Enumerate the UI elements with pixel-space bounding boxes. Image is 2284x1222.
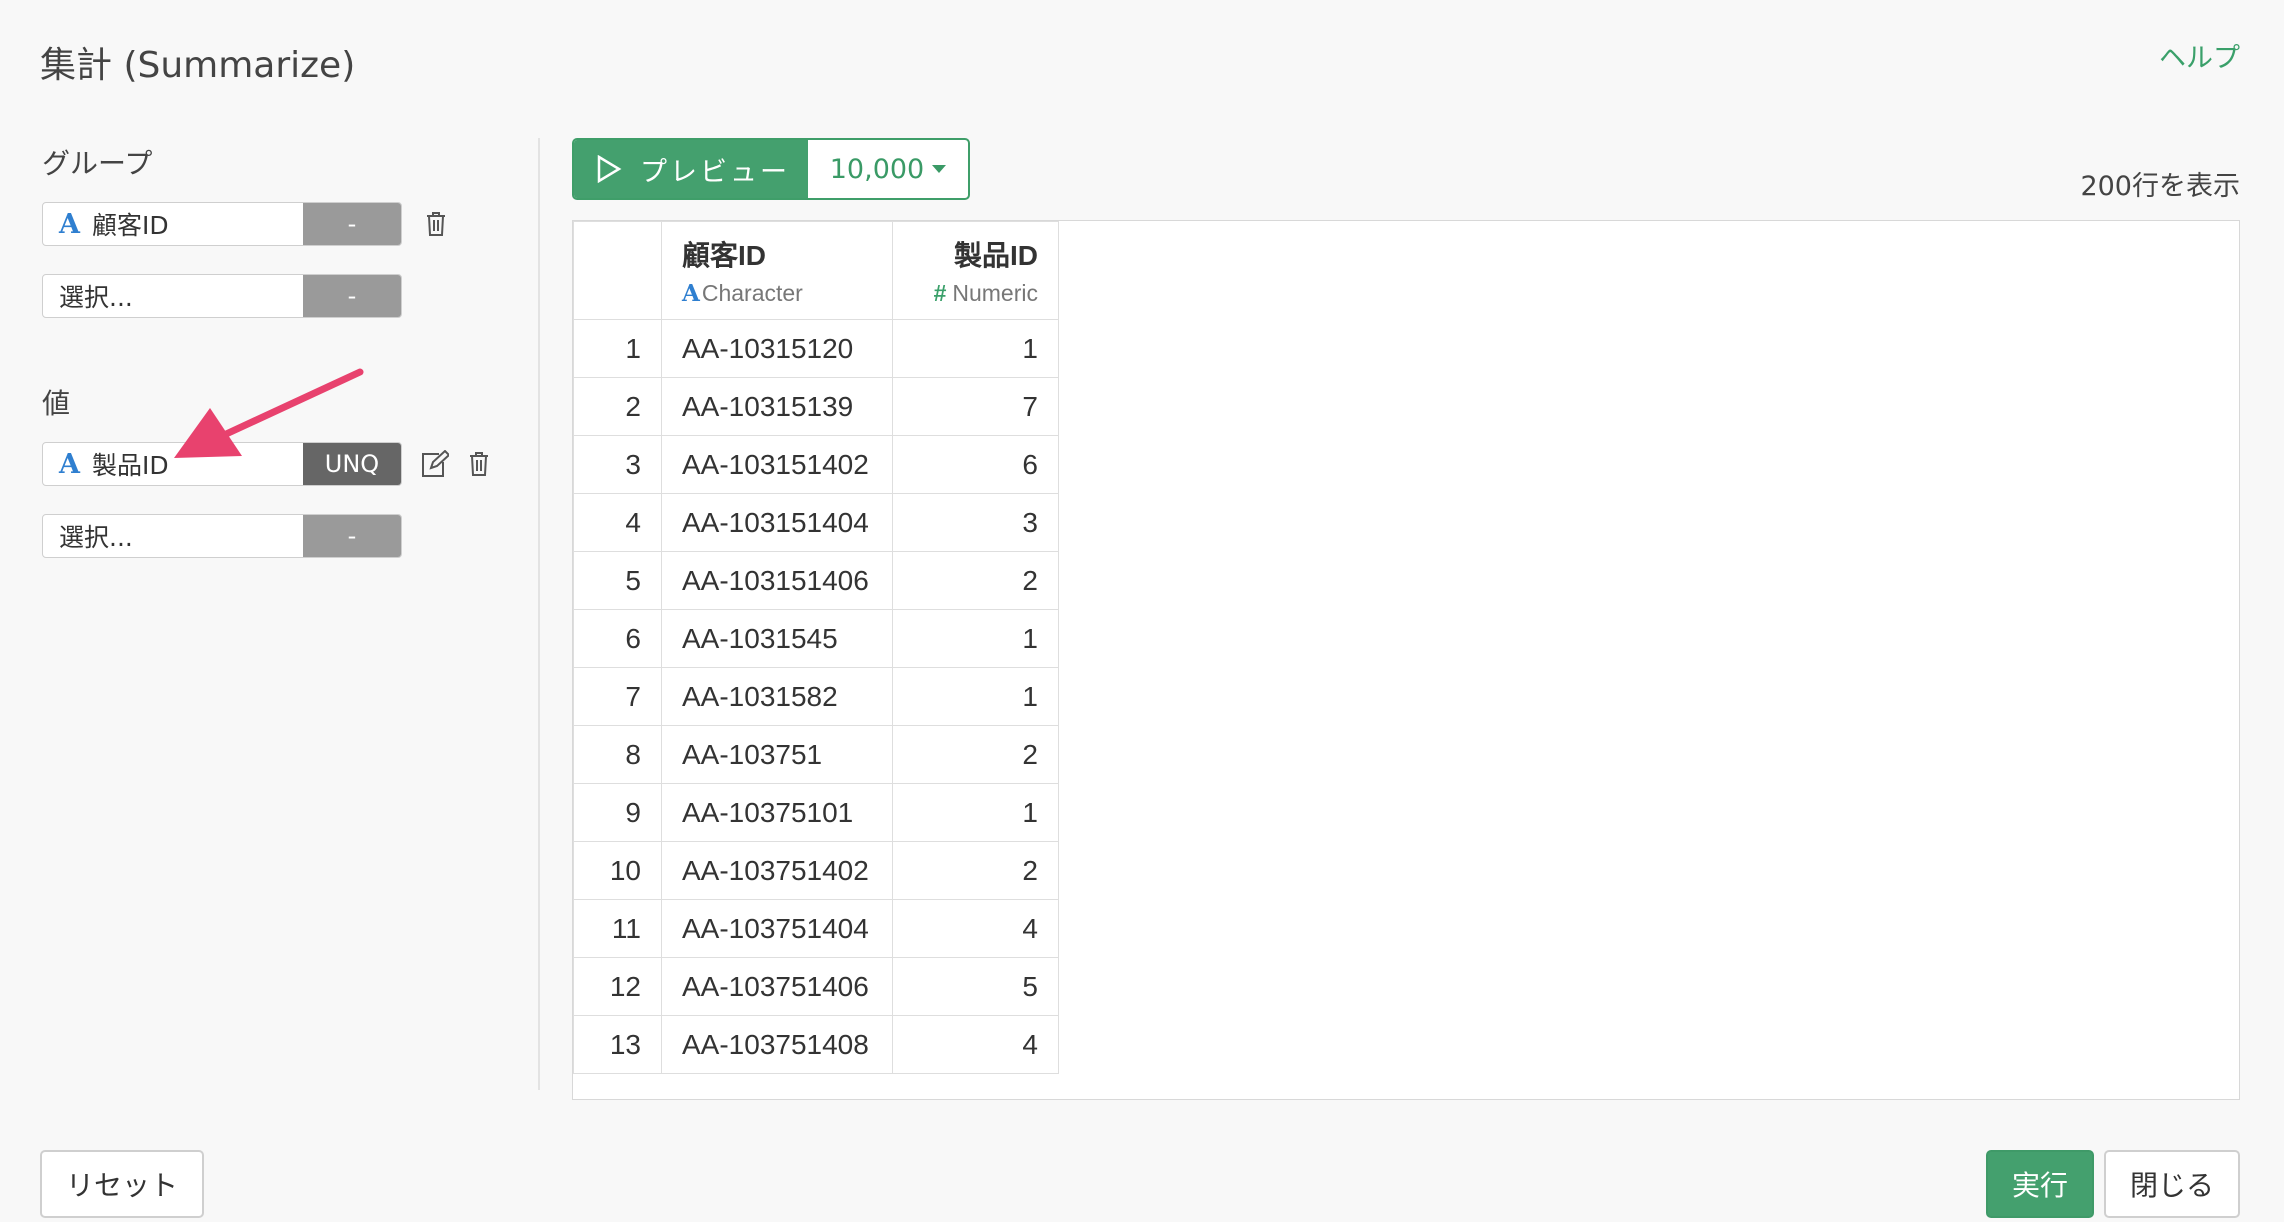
table-row[interactable]: 4 AA-103151404 3 — [573, 493, 1059, 552]
table-header-row: 顧客ID ACharacter 製品ID # Numeric — [573, 221, 1059, 320]
customer-id-cell: AA-103151404 — [661, 493, 893, 552]
customer-id-cell: AA-103151402 — [661, 435, 893, 494]
product-id-cell: 6 — [892, 435, 1059, 494]
row-number-cell: 5 — [573, 551, 662, 610]
values-section-label: 値 — [42, 387, 71, 420]
product-id-cell: 2 — [892, 551, 1059, 610]
edit-value-button[interactable] — [418, 447, 450, 481]
table-row[interactable]: 10 AA-103751402 2 — [573, 841, 1059, 900]
character-type-icon: A — [59, 208, 80, 240]
rows-shown-label: 200行を表示 — [2080, 171, 2240, 202]
reset-button[interactable]: リセット — [40, 1150, 204, 1218]
preview-controls: プレビュー 10,000 — [572, 138, 970, 200]
value-add-select[interactable]: 選択... - — [42, 514, 402, 558]
table-row[interactable]: 5 AA-103151406 2 — [573, 551, 1059, 610]
row-number-cell: 13 — [573, 1015, 662, 1074]
customer-id-cell: AA-10315120 — [661, 319, 893, 378]
customer-id-cell: AA-103151406 — [661, 551, 893, 610]
group-agg-dropdown[interactable]: - — [303, 203, 401, 245]
customer-id-cell: AA-103751408 — [661, 1015, 893, 1074]
group-add-field[interactable]: 選択... — [43, 275, 303, 317]
character-type-icon: A — [682, 280, 700, 307]
row-number-cell: 4 — [573, 493, 662, 552]
table-row[interactable]: 13 AA-103751408 4 — [573, 1015, 1059, 1074]
column-header-customer-id[interactable]: 顧客ID ACharacter — [661, 221, 893, 320]
group-add-select[interactable]: 選択... - — [42, 274, 402, 318]
product-id-cell: 1 — [892, 667, 1059, 726]
product-id-cell: 7 — [892, 377, 1059, 436]
row-limit-value: 10,000 — [829, 153, 925, 185]
row-number-cell: 12 — [573, 957, 662, 1016]
row-number-cell: 7 — [573, 667, 662, 726]
row-number-cell: 1 — [573, 319, 662, 378]
group-column-name: 顧客ID — [91, 211, 169, 240]
edit-icon — [422, 450, 449, 477]
customer-id-cell: AA-103751406 — [661, 957, 893, 1016]
customer-id-cell: AA-103751 — [661, 725, 893, 784]
product-id-cell: 4 — [892, 899, 1059, 958]
row-number-cell: 11 — [573, 899, 662, 958]
table-row[interactable]: 12 AA-103751406 5 — [573, 957, 1059, 1016]
customer-id-cell: AA-1031582 — [661, 667, 893, 726]
preview-button-label: プレビュー — [640, 156, 790, 188]
column-header-product-id[interactable]: 製品ID # Numeric — [892, 221, 1059, 320]
trash-icon — [470, 452, 488, 476]
table-row[interactable]: 9 AA-10375101 1 — [573, 783, 1059, 842]
preview-button[interactable]: プレビュー — [574, 140, 808, 198]
dialog-title: 集計 (Summarize) — [40, 45, 356, 86]
product-id-cell: 4 — [892, 1015, 1059, 1074]
delete-group-button[interactable] — [420, 207, 452, 241]
delete-value-button[interactable] — [463, 447, 495, 481]
numeric-type-icon: # — [933, 280, 947, 306]
panel-divider — [538, 138, 540, 1090]
group-section-label: グループ — [42, 147, 153, 180]
product-id-cell: 2 — [892, 841, 1059, 900]
row-number-cell: 9 — [573, 783, 662, 842]
value-add-agg-dropdown[interactable]: - — [303, 515, 401, 557]
close-button[interactable]: 閉じる — [2104, 1150, 2240, 1218]
product-id-cell: 1 — [892, 319, 1059, 378]
customer-id-cell: AA-10375101 — [661, 783, 893, 842]
table-row[interactable]: 6 AA-1031545 1 — [573, 609, 1059, 668]
product-id-cell: 2 — [892, 725, 1059, 784]
help-link[interactable]: ヘルプ — [2159, 36, 2240, 75]
play-icon — [597, 155, 622, 183]
row-number-cell: 8 — [573, 725, 662, 784]
customer-id-cell: AA-103751402 — [661, 841, 893, 900]
customer-id-cell: AA-1031545 — [661, 609, 893, 668]
group-column-field[interactable]: A 顧客ID — [43, 203, 303, 245]
table-row[interactable]: 3 AA-103151402 6 — [573, 435, 1059, 494]
row-number-cell: 6 — [573, 609, 662, 668]
group-column-select[interactable]: A 顧客ID - — [42, 202, 402, 246]
column-header-name: 製品ID — [953, 240, 1038, 271]
preview-table[interactable]: 顧客ID ACharacter 製品ID # Numeric 1 AA-103151… — [572, 220, 2240, 1100]
value-add-field[interactable]: 選択... — [43, 515, 303, 557]
column-header-name: 顧客ID — [682, 240, 767, 271]
table-row[interactable]: 8 AA-103751 2 — [573, 725, 1059, 784]
product-id-cell: 3 — [892, 493, 1059, 552]
product-id-cell: 1 — [892, 609, 1059, 668]
product-id-cell: 1 — [892, 783, 1059, 842]
caret-down-icon — [932, 165, 947, 173]
column-type-label: Numeric — [952, 280, 1038, 306]
row-number-cell: 3 — [573, 435, 662, 494]
table-row[interactable]: 7 AA-1031582 1 — [573, 667, 1059, 726]
row-limit-dropdown[interactable]: 10,000 — [808, 140, 968, 198]
row-number-header — [573, 221, 662, 320]
run-button[interactable]: 実行 — [1986, 1150, 2094, 1218]
annotation-arrow-icon — [174, 368, 364, 458]
table-row[interactable]: 11 AA-103751404 4 — [573, 899, 1059, 958]
group-add-agg-dropdown[interactable]: - — [303, 275, 401, 317]
customer-id-cell: AA-103751404 — [661, 899, 893, 958]
value-column-name: 製品ID — [91, 451, 169, 480]
row-number-cell: 2 — [573, 377, 662, 436]
table-row[interactable]: 1 AA-10315120 1 — [573, 319, 1059, 378]
column-type-label: Character — [701, 280, 803, 306]
customer-id-cell: AA-10315139 — [661, 377, 893, 436]
character-type-icon: A — [59, 448, 80, 480]
trash-icon — [427, 212, 445, 236]
row-number-cell: 10 — [573, 841, 662, 900]
table-row[interactable]: 2 AA-10315139 7 — [573, 377, 1059, 436]
product-id-cell: 5 — [892, 957, 1059, 1016]
